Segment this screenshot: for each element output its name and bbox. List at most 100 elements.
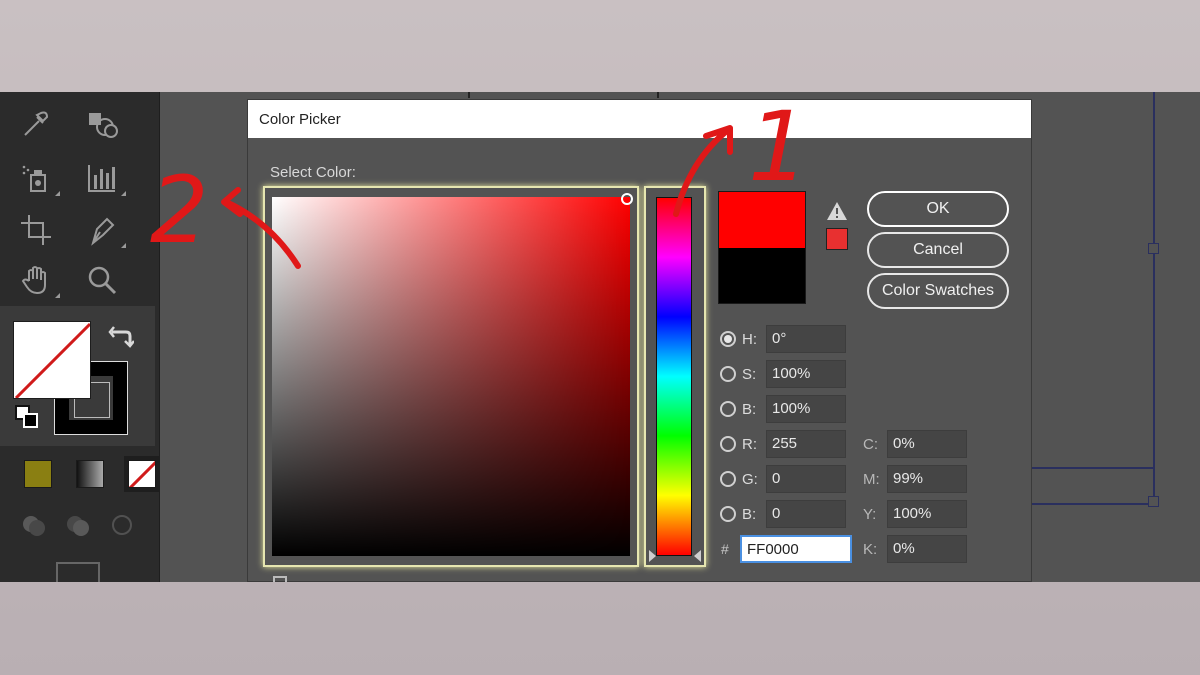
ruler-tick [657, 92, 659, 98]
gamut-color-swatch[interactable] [826, 228, 848, 250]
saturation-label: S: [742, 365, 757, 383]
magenta-field[interactable]: 99% [887, 465, 967, 493]
artboard-edge [1153, 92, 1155, 506]
hue-radio[interactable] [720, 331, 736, 347]
black-field[interactable]: 0% [887, 535, 967, 563]
hue-row: H: 0° [720, 325, 846, 353]
tools-panel [0, 92, 160, 582]
green-row: G: 0 [720, 465, 846, 493]
graph-tool[interactable] [82, 158, 126, 198]
color-field[interactable] [272, 197, 630, 556]
ruler-tick [468, 92, 470, 98]
yellow-row: Y: 100% [863, 500, 967, 528]
pen-tool[interactable] [82, 210, 126, 250]
symbol-sprayer-icon [22, 165, 46, 192]
black-row: K: 0% [863, 535, 967, 563]
cyan-row: C: 0% [863, 430, 967, 458]
draw-behind-icon [67, 516, 89, 536]
brightness-row: B: 100% [720, 395, 846, 423]
only-web-colors-checkbox[interactable] [273, 576, 287, 582]
artboard-icon [21, 215, 51, 245]
gradient-mode-button[interactable] [72, 456, 108, 492]
hue-slider[interactable] [656, 197, 692, 556]
blue-radio[interactable] [720, 506, 736, 522]
black-label: K: [863, 540, 878, 558]
hand-icon [21, 266, 46, 295]
none-slash-icon [14, 322, 90, 398]
anchor-point[interactable] [1148, 496, 1159, 507]
hue-label: H: [742, 330, 757, 348]
swap-fill-stroke-icon[interactable] [108, 324, 134, 350]
default-fill-stroke-icon[interactable] [14, 404, 40, 430]
zoom-tool[interactable] [82, 260, 122, 300]
red-radio[interactable] [720, 436, 736, 452]
green-field[interactable]: 0 [766, 465, 846, 493]
cancel-button[interactable]: Cancel [867, 232, 1009, 268]
draw-normal-button[interactable] [16, 508, 52, 542]
fill-stroke-panel [0, 306, 155, 446]
none-mode-swatch [128, 460, 156, 488]
blue-field[interactable]: 0 [766, 500, 846, 528]
bar-graph-icon [88, 165, 115, 192]
hex-field[interactable]: FF0000 [740, 535, 852, 563]
blue-row: B: 0 [720, 500, 846, 528]
red-row: R: 255 [720, 430, 846, 458]
original-color-swatch[interactable] [719, 248, 805, 303]
draw-normal-icon [23, 516, 45, 536]
brightness-field[interactable]: 100% [766, 395, 846, 423]
color-preview [718, 191, 806, 304]
pen-icon [91, 217, 115, 246]
symbol-sprayer-tool[interactable] [16, 158, 60, 198]
color-picker-dialog: Color Picker Select Color: OK Cancel Col… [247, 99, 1032, 582]
hue-slider-arrow-left[interactable] [649, 550, 656, 562]
magenta-row: M: 99% [863, 465, 967, 493]
green-radio[interactable] [720, 471, 736, 487]
eyedropper-icon [24, 111, 49, 136]
cyan-field[interactable]: 0% [887, 430, 967, 458]
brightness-radio[interactable] [720, 401, 736, 417]
color-mode-swatch [24, 460, 52, 488]
color-field-marker[interactable] [621, 193, 633, 205]
anchor-point[interactable] [1148, 243, 1159, 254]
hand-tool[interactable] [16, 260, 60, 300]
draw-behind-button[interactable] [60, 508, 96, 542]
hue-slider-arrow-right[interactable] [694, 550, 701, 562]
color-swatches-button[interactable]: Color Swatches [867, 273, 1009, 309]
hex-label: # [721, 541, 729, 557]
out-of-gamut-warning-icon[interactable] [826, 201, 848, 221]
draw-mode-row [16, 508, 140, 542]
new-color-swatch [719, 192, 805, 248]
shape-builder-icon [89, 113, 118, 138]
saturation-row: S: 100% [720, 360, 846, 388]
artboard-edge [1032, 467, 1154, 469]
dialog-title: Color Picker [259, 110, 341, 128]
color-mode-button[interactable] [20, 456, 56, 492]
zoom-icon [88, 266, 117, 295]
none-mode-button[interactable] [124, 456, 160, 492]
hex-row: # FF0000 [718, 535, 852, 563]
red-field[interactable]: 255 [766, 430, 846, 458]
select-color-label: Select Color: [270, 164, 356, 181]
saturation-field[interactable]: 100% [766, 360, 846, 388]
magenta-label: M: [863, 470, 880, 488]
artboard-edge [1032, 503, 1154, 505]
green-label: G: [742, 470, 758, 488]
fill-swatch[interactable] [13, 321, 91, 399]
app-workspace: Color Picker Select Color: OK Cancel Col… [0, 92, 1200, 582]
screen-mode-icon[interactable] [56, 562, 100, 582]
dialog-titlebar[interactable]: Color Picker [248, 100, 1031, 138]
draw-inside-icon [112, 515, 132, 535]
yellow-label: Y: [863, 505, 877, 523]
red-label: R: [742, 435, 757, 453]
cyan-label: C: [863, 435, 878, 453]
shape-builder-tool[interactable] [82, 104, 122, 144]
yellow-field[interactable]: 100% [887, 500, 967, 528]
draw-inside-button[interactable] [104, 508, 140, 542]
saturation-radio[interactable] [720, 366, 736, 382]
hue-field[interactable]: 0° [766, 325, 846, 353]
gradient-mode-swatch [76, 460, 104, 488]
brightness-label: B: [742, 400, 757, 418]
eyedropper-tool[interactable] [16, 104, 56, 144]
artboard-tool[interactable] [16, 210, 56, 250]
ok-button[interactable]: OK [867, 191, 1009, 227]
